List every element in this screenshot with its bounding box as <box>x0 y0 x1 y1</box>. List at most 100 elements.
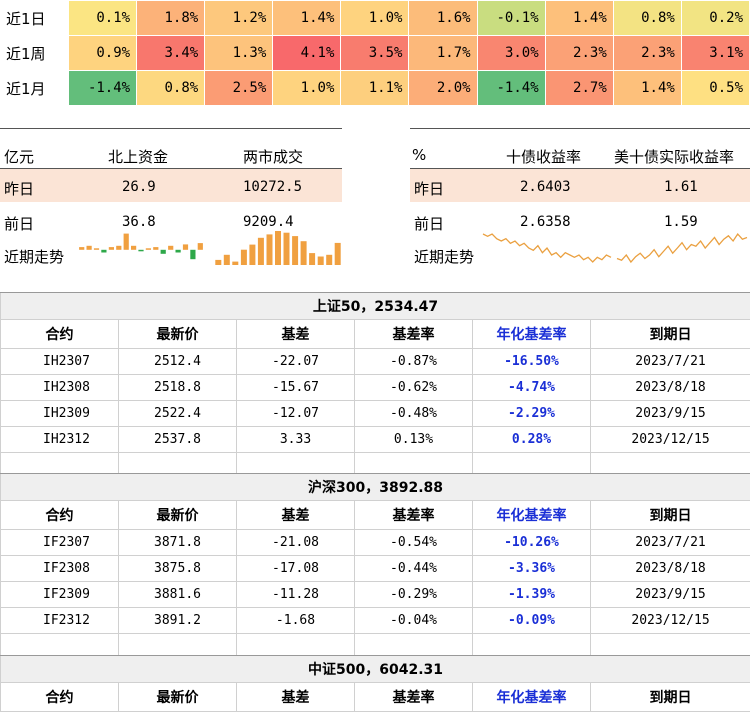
basis-column-header: 合约 <box>1 320 119 349</box>
north-flow-sparkbars <box>78 230 204 266</box>
heatmap-row-label: 近1日 <box>0 1 69 36</box>
us-real-sparkline <box>616 230 748 266</box>
turnover-bar <box>326 255 332 265</box>
north-flow-bar <box>153 247 158 250</box>
basis-cell: 2023/7/21 <box>591 349 750 375</box>
heatmap-cell: 0.8% <box>137 71 205 106</box>
basis-cell: -15.67 <box>237 375 355 401</box>
turnover-bar <box>224 255 230 265</box>
basis-cell: -11.28 <box>237 582 355 608</box>
basis-cell: 2537.8 <box>119 427 237 453</box>
heatmap-cell: 1.8% <box>137 1 205 36</box>
north-flow-bar <box>146 248 151 250</box>
cn10y-yesterday: 2.6403 <box>520 179 571 195</box>
basis-cell: -22.07 <box>237 349 355 375</box>
north-flow-bar <box>183 244 188 249</box>
return-heatmap: 近1日0.1%1.8%1.2%1.4%1.0%1.6%-0.1%1.4%0.8%… <box>0 0 750 106</box>
heatmap-cell: -0.1% <box>477 1 545 36</box>
basis-cell: 2512.4 <box>119 349 237 375</box>
north-flow-bar <box>168 246 173 250</box>
turnover-bar <box>292 236 298 265</box>
basis-row: IF23093881.6-11.28-0.29%-1.39%2023/9/15 <box>1 582 750 608</box>
turnover-bar <box>267 234 273 265</box>
basis-cell: 2023/7/21 <box>591 530 750 556</box>
basis-cell: IH2308 <box>1 375 119 401</box>
yield-unit: % <box>412 146 426 164</box>
basis-column-header: 年化基差率 <box>473 320 591 349</box>
heatmap-cell: 0.8% <box>613 1 681 36</box>
heatmap-cell: 1.2% <box>205 1 273 36</box>
north-flow-bar <box>124 234 129 250</box>
turnover-bar <box>232 262 238 265</box>
basis-cell: -0.09% <box>473 608 591 634</box>
heatmap-cell: 1.0% <box>273 71 341 106</box>
basis-cell: 3881.6 <box>119 582 237 608</box>
basis-table: 上证50，2534.47合约最新价基差基差率年化基差率到期日IH23072512… <box>0 292 750 478</box>
basis-cell: 2522.4 <box>119 401 237 427</box>
basis-cell: -0.62% <box>355 375 473 401</box>
basis-table-title: 上证50，2534.47 <box>1 293 750 320</box>
heatmap-row-label: 近1月 <box>0 71 69 106</box>
flow-yesterday-label: 昨日 <box>4 178 34 199</box>
basis-table: 沪深300，3892.88合约最新价基差基差率年化基差率到期日IF2307387… <box>0 473 750 659</box>
heatmap-row: 近1月-1.4%0.8%2.5%1.0%1.1%2.0%-1.4%2.7%1.4… <box>0 71 750 106</box>
basis-column-header: 基差 <box>237 683 355 712</box>
basis-column-header: 基差率 <box>355 683 473 712</box>
heatmap-cell: 4.1% <box>273 36 341 71</box>
basis-cell: -4.74% <box>473 375 591 401</box>
basis-cell: 2023/12/15 <box>591 608 750 634</box>
basis-cell: 3.33 <box>237 427 355 453</box>
yield-yesterday-label: 昨日 <box>414 178 444 199</box>
basis-row: IF23083875.8-17.08-0.44%-3.36%2023/8/18 <box>1 556 750 582</box>
basis-cell: -0.54% <box>355 530 473 556</box>
basis-cell: -1.68 <box>237 608 355 634</box>
heatmap-cell: -1.4% <box>477 71 545 106</box>
heatmap-row: 近1周0.9%3.4%1.3%4.1%3.5%1.7%3.0%2.3%2.3%3… <box>0 36 750 71</box>
basis-column-header: 年化基差率 <box>473 501 591 530</box>
north-flow-bar <box>94 248 99 250</box>
basis-column-header: 年化基差率 <box>473 683 591 712</box>
turnover-sparkbars <box>214 230 342 266</box>
turnover-prev: 9209.4 <box>243 214 294 230</box>
basis-cell: 2023/8/18 <box>591 375 750 401</box>
north-flow-header: 北上资金 <box>108 146 168 167</box>
basis-cell: 2023/8/18 <box>591 556 750 582</box>
heatmap-cell: 2.0% <box>409 71 477 106</box>
basis-column-header: 基差 <box>237 501 355 530</box>
basis-row: IF23073871.8-21.08-0.54%-10.26%2023/7/21 <box>1 530 750 556</box>
heatmap-cell: 1.6% <box>409 1 477 36</box>
basis-table: 中证500，6042.31合约最新价基差基差率年化基差率到期日 <box>0 655 750 712</box>
basis-column-header: 到期日 <box>591 683 750 712</box>
north-flow-bar <box>116 246 121 250</box>
heatmap-cell: 1.4% <box>273 1 341 36</box>
heatmap-cell: 0.9% <box>69 36 137 71</box>
basis-table-title: 中证500，6042.31 <box>1 656 750 683</box>
us-real-trend-line <box>617 234 747 262</box>
cn10y-trend-line <box>483 234 611 262</box>
heatmap-cell: 1.4% <box>613 71 681 106</box>
basis-cell: IH2309 <box>1 401 119 427</box>
heatmap-cell: 1.0% <box>341 1 409 36</box>
basis-row: IH23072512.4-22.07-0.87%-16.50%2023/7/21 <box>1 349 750 375</box>
heatmap-cell: 2.3% <box>545 36 613 71</box>
cn10y-header: 十债收益率 <box>506 146 581 167</box>
basis-cell: IF2308 <box>1 556 119 582</box>
north-flow-yesterday: 26.9 <box>122 179 156 195</box>
turnover-bar <box>215 260 221 265</box>
heatmap-cell: 3.0% <box>477 36 545 71</box>
north-flow-prev: 36.8 <box>122 214 156 230</box>
heatmap-cell: 0.2% <box>681 1 749 36</box>
heatmap-cell: 0.5% <box>681 71 749 106</box>
basis-column-header: 到期日 <box>591 320 750 349</box>
us-real-header: 美十债实际收益率 <box>614 146 734 167</box>
north-flow-bar <box>176 250 181 253</box>
north-flow-bar <box>79 247 84 250</box>
basis-cell: -0.87% <box>355 349 473 375</box>
basis-column-header: 基差率 <box>355 501 473 530</box>
flow-prev-label: 前日 <box>4 213 34 234</box>
turnover-bar <box>318 257 324 266</box>
heatmap-cell: -1.4% <box>69 71 137 106</box>
basis-cell: 2023/12/15 <box>591 427 750 453</box>
basis-cell: 3875.8 <box>119 556 237 582</box>
basis-cell: IF2309 <box>1 582 119 608</box>
